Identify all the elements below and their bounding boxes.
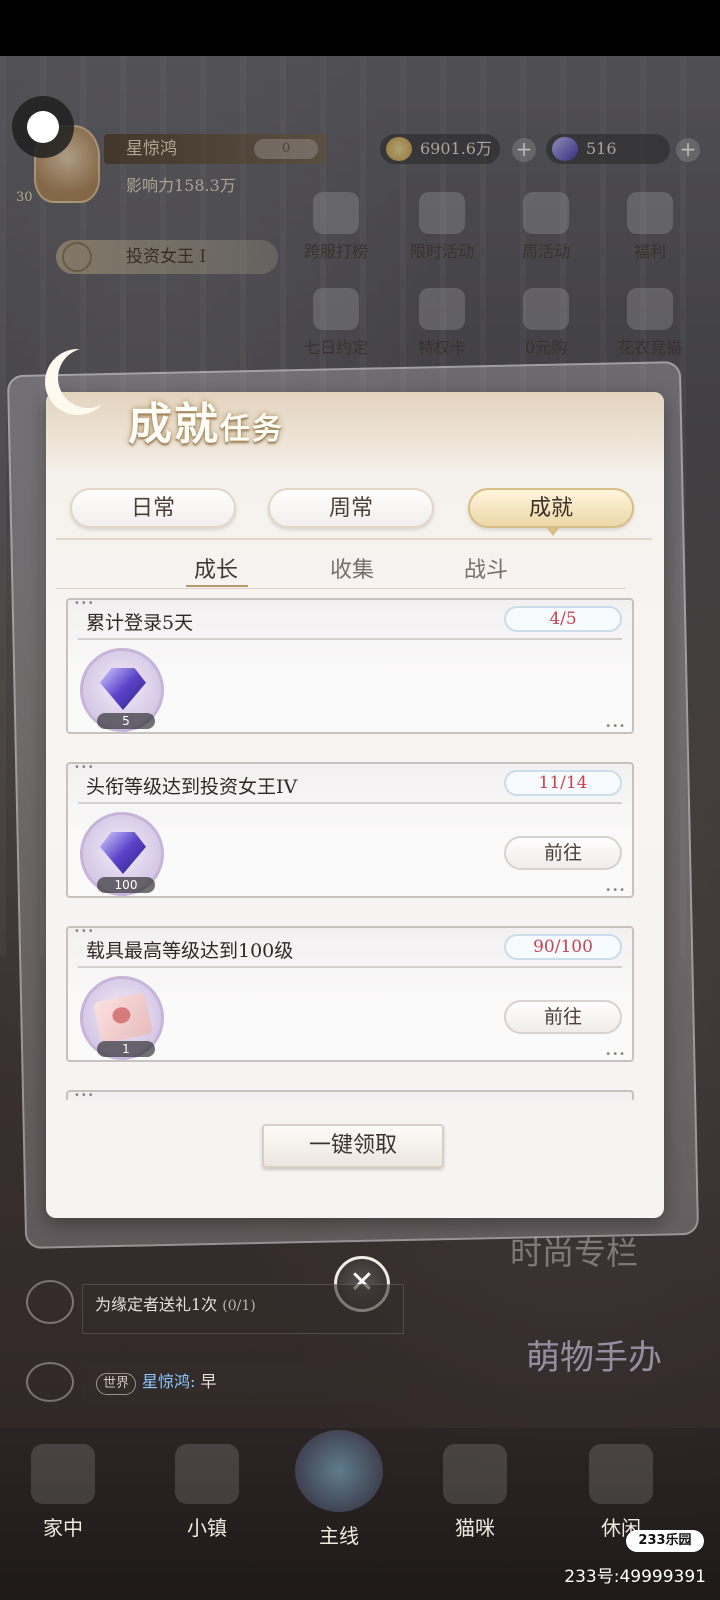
floating-assist-button[interactable] xyxy=(12,96,74,158)
gem-icon xyxy=(100,668,146,710)
nav-cats[interactable]: 猫咪 xyxy=(420,1444,530,1541)
card-corner-dots: ••• xyxy=(605,721,626,732)
status-bar xyxy=(0,0,720,56)
reward-slot[interactable]: 5 xyxy=(80,648,164,732)
lucky-cat-icon xyxy=(443,1444,507,1504)
go-button[interactable]: 前往 xyxy=(504,836,622,870)
moon-icon xyxy=(58,348,118,408)
card-divider xyxy=(78,802,622,804)
card-corner-dots: ••• xyxy=(74,1090,95,1100)
leisure-icon xyxy=(589,1444,653,1504)
reward-quantity: 1 xyxy=(97,1041,155,1057)
subtab-growth[interactable]: 成长 xyxy=(194,552,238,584)
town-icon xyxy=(175,1444,239,1504)
nav-main-story[interactable]: 主线 xyxy=(284,1430,394,1549)
watermark-text: 233号:49999391 xyxy=(564,1567,706,1587)
nav-home[interactable]: 家中 xyxy=(8,1444,118,1541)
gem-icon xyxy=(100,832,146,874)
paw-ticket-icon xyxy=(93,992,153,1044)
reward-slot[interactable]: 100 xyxy=(80,812,164,896)
chat-channel-tag: 世界 xyxy=(96,1373,137,1395)
popup-title: 成就任务 xyxy=(128,388,284,452)
tab-weekly[interactable]: 周常 xyxy=(268,488,434,528)
assist-dot-icon xyxy=(27,111,59,143)
task-card: ••• 载具最高等级达到100级 90/100 1 前往 ••• xyxy=(66,926,634,1062)
cute-figure-banner[interactable]: 萌物手办 xyxy=(526,1330,662,1379)
task-card-partial: ••• xyxy=(66,1090,634,1100)
task-title: 累计登录5天 xyxy=(86,612,194,634)
nav-label: 主线 xyxy=(319,1524,359,1548)
task-title: 头衔等级达到投资女王IV xyxy=(86,776,298,798)
nav-label: 家中 xyxy=(43,1516,83,1540)
current-task-count: (0/1) xyxy=(222,1298,256,1314)
fashion-column-banner[interactable]: 时尚专栏 xyxy=(510,1228,638,1274)
task-progress: 90/100 xyxy=(504,934,622,960)
tab-achievement[interactable]: 成就 xyxy=(468,488,634,536)
task-card: ••• 头衔等级达到投资女王IV 11/14 100 前往 ••• xyxy=(66,762,634,898)
subtab-active-indicator xyxy=(186,585,248,587)
popup-title-sub: 任务 xyxy=(220,412,284,447)
task-progress: 4/5 xyxy=(504,606,622,632)
task-card: ••• 累计登录5天 4/5 5 ••• xyxy=(66,598,634,734)
book-icon[interactable] xyxy=(26,1280,74,1324)
moon-cat-icon xyxy=(295,1430,383,1512)
reward-quantity: 5 xyxy=(97,713,155,729)
task-list[interactable]: ••• 累计登录5天 4/5 5 ••• ••• 头衔等级达到投资女王IV 11… xyxy=(60,596,644,1100)
card-divider xyxy=(78,966,622,968)
house-icon xyxy=(31,1444,95,1504)
reward-quantity: 100 xyxy=(97,877,155,893)
subtabs-divider xyxy=(56,588,626,589)
current-task-text: 为缘定者送礼1次 xyxy=(95,1295,218,1314)
go-button[interactable]: 前往 xyxy=(504,1000,622,1034)
nav-label: 小镇 xyxy=(187,1516,227,1540)
chat-bar[interactable]: 世界 星惊鸿: 早 xyxy=(82,1362,404,1402)
nav-leisure[interactable]: 休闲 xyxy=(566,1444,676,1541)
card-corner-dots: ••• xyxy=(605,1049,626,1060)
subtab-collection[interactable]: 收集 xyxy=(330,552,374,584)
chat-message: 早 xyxy=(195,1372,217,1391)
subtab-battle[interactable]: 战斗 xyxy=(464,552,508,584)
card-corner-dots: ••• xyxy=(605,885,626,896)
nav-label: 猫咪 xyxy=(455,1516,495,1540)
task-progress: 11/14 xyxy=(504,770,622,796)
popup-title-main: 成就 xyxy=(128,399,220,450)
current-task-bar[interactable]: 为缘定者送礼1次 (0/1) xyxy=(82,1284,404,1334)
brand-logo: 233乐园 xyxy=(626,1530,704,1552)
tabs-divider xyxy=(56,538,652,540)
task-title: 载具最高等级达到100级 xyxy=(86,940,294,962)
reward-slot[interactable]: 1 xyxy=(80,976,164,1060)
card-divider xyxy=(78,638,622,640)
chat-icon[interactable] xyxy=(26,1362,74,1402)
claim-all-button[interactable]: 一键领取 xyxy=(262,1124,444,1168)
tab-daily[interactable]: 日常 xyxy=(70,488,236,528)
nav-town[interactable]: 小镇 xyxy=(152,1444,262,1541)
chat-speaker: 星惊鸿: xyxy=(142,1372,196,1391)
